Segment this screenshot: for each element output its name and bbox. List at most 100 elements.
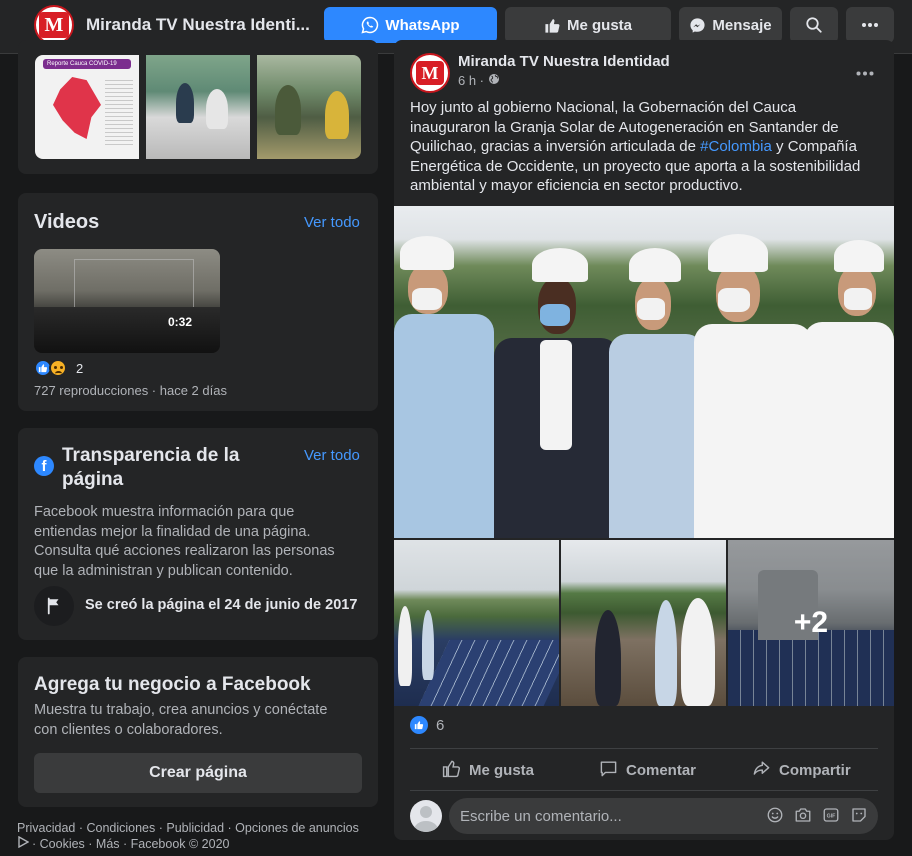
photo-thumbnail[interactable]: Reporte Cauca COVID-19 — [35, 55, 139, 159]
person-figure — [398, 606, 412, 686]
transparency-see-all-link[interactable]: Ver todo — [304, 447, 360, 464]
post-photo-thumbnail[interactable]: +2 — [728, 540, 894, 706]
transparency-title-line: Transparencia de la — [62, 445, 240, 466]
post-share-button[interactable]: Compartir — [752, 754, 851, 786]
shirt-graphic — [394, 314, 494, 538]
whatsapp-icon — [361, 16, 379, 34]
camera-icon[interactable] — [794, 806, 812, 824]
divider — [410, 748, 878, 749]
whatsapp-button[interactable]: WhatsApp — [324, 7, 497, 43]
more-photos-count: +2 — [728, 540, 894, 706]
divider — [410, 790, 878, 791]
more-icon — [861, 22, 879, 28]
like-action-label: Me gusta — [469, 761, 535, 779]
mask-graphic — [718, 288, 750, 312]
person-figure — [176, 83, 194, 123]
footer-line[interactable]: · Cookies · Más · Facebook © 2020 — [32, 836, 230, 852]
person-figure — [325, 91, 349, 139]
video-reactions[interactable]: 2 — [34, 359, 83, 377]
whatsapp-label: WhatsApp — [385, 16, 460, 34]
create-page-button[interactable]: Crear página — [34, 753, 362, 793]
share-action-label: Compartir — [779, 761, 851, 779]
post-photo-thumbnail[interactable] — [561, 540, 726, 706]
photo-header-text: Reporte Cauca COVID-19 — [43, 59, 131, 69]
footer-line[interactable]: Privacidad · Condiciones · Publicidad · … — [17, 820, 377, 836]
solar-panels-graphic — [418, 640, 559, 706]
videos-card: Videos Ver todo 0:32 2 727 reproduccione… — [18, 193, 378, 411]
person-figure — [655, 600, 677, 706]
videos-see-all-link[interactable]: Ver todo — [304, 214, 360, 231]
shirt-graphic — [540, 340, 572, 450]
more-options-button[interactable] — [846, 7, 894, 43]
emoji-icon[interactable] — [766, 806, 784, 824]
video-duration: 0:32 — [167, 315, 192, 329]
page-created-date: Se creó la página el 24 de junio de 2017 — [85, 597, 358, 613]
post-time-text: 6 h · — [458, 73, 485, 88]
page-logo[interactable]: M — [34, 5, 74, 45]
net-graphic — [74, 259, 194, 309]
shirt-graphic — [804, 322, 894, 538]
commenter-avatar[interactable] — [410, 800, 442, 832]
transparency-description: Facebook muestra información para que en… — [34, 504, 335, 579]
video-thumbnail[interactable]: 0:32 — [34, 249, 220, 353]
post-photo-thumbnail[interactable] — [394, 540, 559, 706]
table-graphic — [105, 77, 133, 147]
helmet-graphic — [629, 248, 681, 282]
page-title: Miranda TV Nuestra Identi... — [86, 15, 310, 34]
person-figure — [206, 89, 228, 129]
helmet-graphic — [708, 234, 768, 272]
court-graphic — [34, 307, 220, 353]
post-author-avatar[interactable]: M — [410, 53, 450, 93]
sad-reaction-icon — [49, 359, 67, 377]
person-figure — [681, 598, 715, 706]
post-comment-button[interactable]: Comentar — [599, 754, 696, 786]
thumbs-up-icon — [442, 759, 461, 782]
ad-choices-icon[interactable] — [17, 835, 30, 852]
search-icon — [805, 16, 823, 34]
like-reaction-icon — [410, 716, 428, 734]
person-figure — [422, 610, 434, 680]
shirt-graphic — [609, 334, 704, 538]
gif-icon[interactable]: GIF — [822, 806, 840, 824]
post-text: Hoy junto al gobierno Nacional, la Gober… — [410, 98, 878, 196]
mask-graphic — [637, 298, 665, 320]
photo-thumbnail[interactable] — [257, 55, 361, 159]
svg-text:GIF: GIF — [827, 814, 837, 820]
messenger-icon — [689, 17, 706, 34]
mask-graphic — [412, 288, 442, 310]
helmet-graphic — [532, 248, 588, 282]
post-like-button[interactable]: Me gusta — [442, 754, 534, 786]
transparency-title: Transparencia de la página — [62, 444, 239, 492]
hashtag-link[interactable]: #Colombia — [700, 138, 772, 155]
comment-action-label: Comentar — [626, 761, 697, 779]
message-button[interactable]: Mensaje — [679, 7, 782, 43]
person-figure — [804, 240, 894, 538]
sticker-icon[interactable] — [850, 806, 868, 824]
person-figure — [394, 236, 504, 538]
post-options-icon[interactable] — [856, 60, 874, 81]
post-like-count: 6 — [436, 716, 445, 734]
post-timestamp[interactable]: 6 h · — [458, 73, 500, 88]
map-graphic — [53, 77, 101, 139]
comment-icon — [599, 759, 618, 782]
mask-graphic — [844, 288, 872, 310]
post-main-photo[interactable] — [394, 206, 894, 538]
thumbs-up-icon — [544, 17, 561, 34]
footer-line-2: · Cookies · Más · Facebook © 2020 — [17, 835, 377, 852]
videos-title: Videos — [34, 211, 100, 233]
post-reactions[interactable]: 6 — [410, 716, 444, 734]
like-page-button[interactable]: Me gusta — [505, 7, 671, 43]
business-title: Agrega tu negocio a Facebook — [34, 674, 311, 695]
message-label: Mensaje — [712, 16, 772, 34]
video-reaction-count: 2 — [76, 360, 84, 376]
photo-thumbnail[interactable] — [146, 55, 250, 159]
person-figure — [494, 248, 624, 538]
search-button[interactable] — [790, 7, 838, 43]
logo-letter: M — [416, 61, 444, 85]
post-author-name[interactable]: Miranda TV Nuestra Identidad — [458, 53, 670, 70]
feed-post: M Miranda TV Nuestra Identidad 6 h · Hoy… — [394, 40, 894, 840]
person-figure — [275, 85, 301, 135]
video-meta: 727 reproducciones · hace 2 días — [34, 383, 227, 398]
business-description: Muestra tu trabajo, crea anuncios y coné… — [34, 702, 328, 738]
helmet-graphic — [834, 240, 884, 272]
